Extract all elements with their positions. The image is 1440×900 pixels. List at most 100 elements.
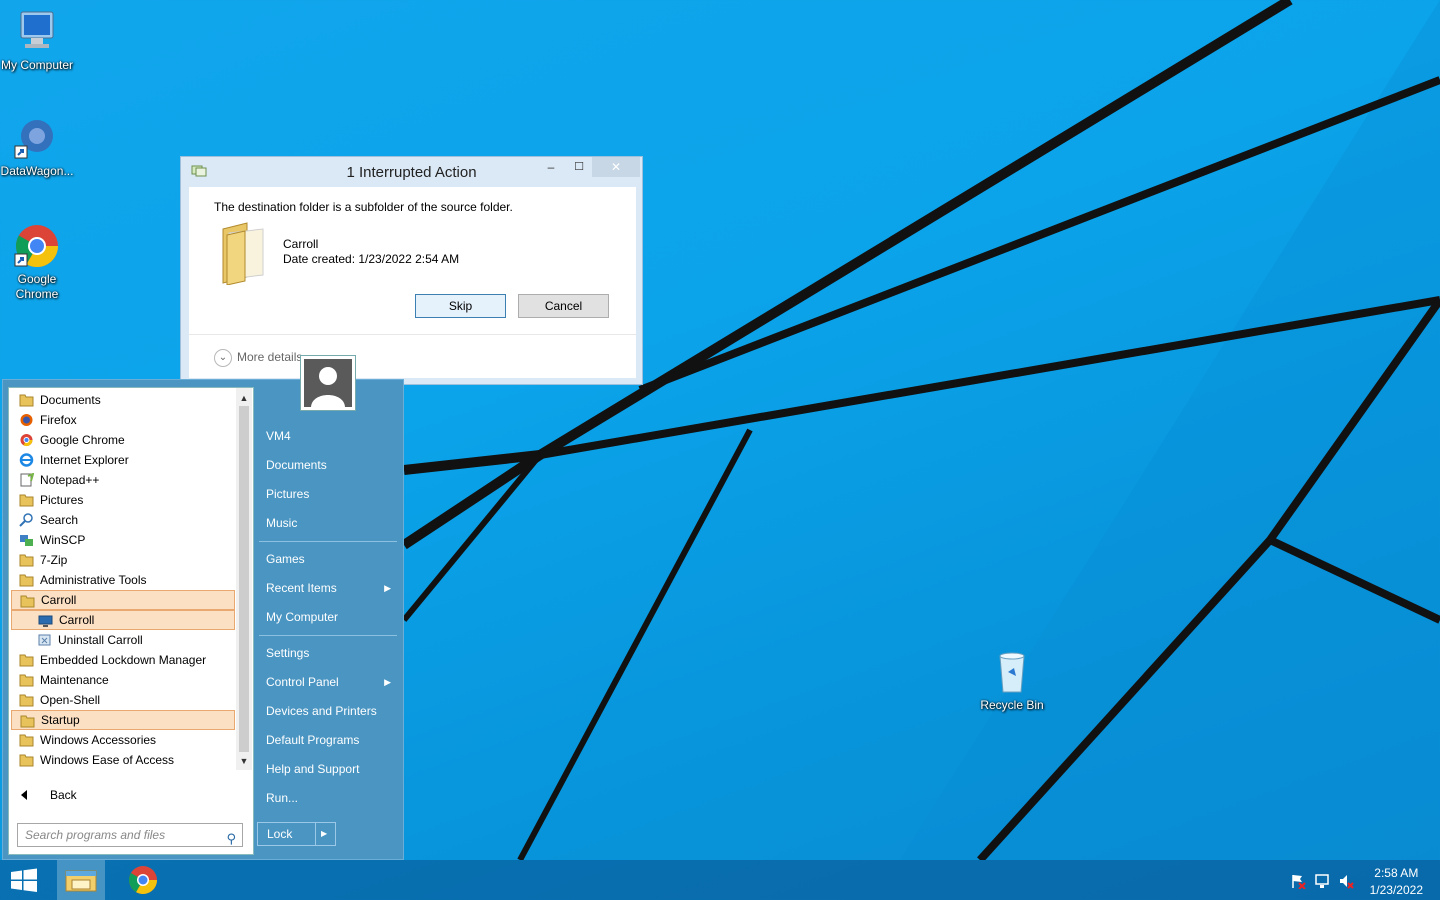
program-label: Administrative Tools: [40, 573, 147, 587]
program-item[interactable]: 7-Zip: [11, 550, 235, 570]
program-item[interactable]: Carroll: [11, 610, 235, 630]
back-arrow-icon: [21, 790, 27, 800]
program-item[interactable]: Administrative Tools: [11, 570, 235, 590]
interrupted-action-dialog: 1 Interrupted Action – ☐ ✕ The destinati…: [180, 156, 643, 385]
desktop-icon-my-computer[interactable]: My Computer: [0, 8, 74, 73]
start-button[interactable]: [0, 860, 48, 900]
action-center-flag-icon[interactable]: [1290, 873, 1306, 890]
program-item[interactable]: Embedded Lockdown Manager: [11, 650, 235, 670]
chrome-icon: [13, 222, 61, 270]
network-icon[interactable]: [1314, 873, 1330, 889]
monitor-icon: [38, 614, 53, 628]
program-label: Carroll: [59, 613, 95, 627]
minimize-button[interactable]: –: [536, 157, 566, 177]
start-link-label: Games: [266, 552, 305, 566]
desktop-icon-datawagon[interactable]: DataWagon...: [0, 114, 74, 179]
start-link-item[interactable]: Music: [257, 511, 399, 535]
program-item[interactable]: Windows Accessories: [11, 730, 235, 750]
dialog-titlebar[interactable]: 1 Interrupted Action – ☐ ✕: [181, 157, 642, 187]
start-link-item[interactable]: Pictures: [257, 482, 399, 506]
chevron-down-icon: ⌄: [214, 349, 232, 367]
program-label: Firefox: [40, 413, 77, 427]
search-icon[interactable]: ⚲: [226, 828, 236, 850]
start-link-item[interactable]: My Computer: [257, 605, 399, 629]
search-input[interactable]: Search programs and files ⚲: [17, 823, 243, 847]
volume-muted-icon[interactable]: [1338, 873, 1354, 889]
desktop-icon-label: Recycle Bin: [980, 698, 1044, 712]
start-link-item[interactable]: Help and Support: [257, 757, 399, 781]
start-link-item[interactable]: Settings: [257, 641, 399, 665]
firefox-icon: [19, 413, 34, 427]
start-link-label: Pictures: [266, 487, 310, 501]
start-link-label: Music: [266, 516, 298, 530]
uninstall-icon: [37, 633, 52, 647]
start-link-label: Documents: [266, 458, 327, 472]
desktop-icon-google-chrome[interactable]: Google Chrome: [0, 222, 74, 302]
start-link-item[interactable]: Games: [257, 547, 399, 571]
start-link-item[interactable]: Control Panel ▶: [257, 670, 399, 694]
cancel-button[interactable]: Cancel: [518, 294, 609, 318]
program-label: Carroll: [41, 593, 77, 607]
program-item[interactable]: Search: [11, 510, 235, 530]
start-link-item[interactable]: VM4: [257, 424, 399, 448]
file-explorer-icon[interactable]: [57, 860, 105, 900]
lock-options-arrow-icon[interactable]: ▶: [321, 823, 327, 845]
taskbar: 2:58 AM 1/23/2022: [0, 860, 1440, 900]
program-item[interactable]: WinSCP: [11, 530, 235, 550]
program-item[interactable]: Firefox: [11, 410, 235, 430]
start-link-item[interactable]: Documents: [257, 453, 399, 477]
start-link-item[interactable]: Recent Items ▶: [257, 576, 399, 600]
scroll-up-icon[interactable]: ▲: [236, 390, 252, 406]
program-label: Embedded Lockdown Manager: [40, 653, 207, 667]
folder-icon: [217, 219, 269, 286]
lock-button[interactable]: Lock ▶: [257, 822, 336, 846]
folder-icon: [19, 573, 34, 587]
folder-icon: [19, 673, 34, 687]
program-item[interactable]: Carroll: [11, 590, 235, 610]
program-item[interactable]: Documents: [11, 390, 235, 410]
folder-icon: [20, 714, 35, 728]
program-item[interactable]: Internet Explorer: [11, 450, 235, 470]
folder-icon: [19, 493, 34, 507]
start-link-label: Devices and Printers: [266, 704, 377, 718]
back-button[interactable]: Back: [9, 784, 253, 806]
program-item[interactable]: Uninstall Carroll: [11, 630, 235, 650]
search-icon: [19, 513, 34, 527]
chrome-icon[interactable]: [119, 860, 167, 900]
program-item[interactable]: Pictures: [11, 490, 235, 510]
start-link-item[interactable]: Devices and Printers: [257, 699, 399, 723]
clock-date: 1/23/2022: [1369, 883, 1423, 897]
program-item[interactable]: Open-Shell: [11, 690, 235, 710]
skip-button[interactable]: Skip: [415, 294, 506, 318]
desktop-icon-recycle-bin[interactable]: Recycle Bin: [975, 648, 1049, 713]
program-item[interactable]: Google Chrome: [11, 430, 235, 450]
user-icon: [304, 359, 352, 407]
scroll-down-icon[interactable]: ▼: [236, 753, 252, 769]
program-label: 7-Zip: [40, 553, 68, 567]
program-label: Maintenance: [40, 673, 109, 687]
start-link-item[interactable]: Default Programs: [257, 728, 399, 752]
program-label: Windows Ease of Access: [40, 753, 175, 767]
programs-scrollbar[interactable]: ▲ ▼: [236, 388, 252, 770]
program-item[interactable]: Startup: [11, 710, 235, 730]
start-link-item[interactable]: Run...: [257, 786, 399, 810]
folder-date: Date created: 1/23/2022 2:54 AM: [283, 252, 460, 266]
scroll-thumb[interactable]: [239, 406, 249, 752]
computer-icon: [13, 8, 61, 56]
more-details-toggle[interactable]: ⌄ More details: [214, 349, 302, 367]
maximize-button[interactable]: ☐: [564, 157, 594, 177]
program-item[interactable]: Windows Ease of Access: [11, 750, 235, 770]
program-label: Internet Explorer: [40, 453, 129, 467]
lock-label: Lock: [267, 827, 293, 841]
user-avatar[interactable]: [300, 355, 356, 411]
program-item[interactable]: Notepad++: [11, 470, 235, 490]
more-details-label: More details: [237, 350, 303, 365]
close-button[interactable]: ✕: [592, 157, 640, 177]
start-menu-separator: [259, 635, 397, 636]
system-clock[interactable]: 2:58 AM 1/23/2022: [1370, 865, 1423, 899]
dialog-divider: [189, 334, 636, 335]
back-label: Back: [50, 788, 77, 802]
datawagon-icon: [13, 114, 61, 162]
program-item[interactable]: Maintenance: [11, 670, 235, 690]
start-link-label: VM4: [266, 429, 291, 443]
